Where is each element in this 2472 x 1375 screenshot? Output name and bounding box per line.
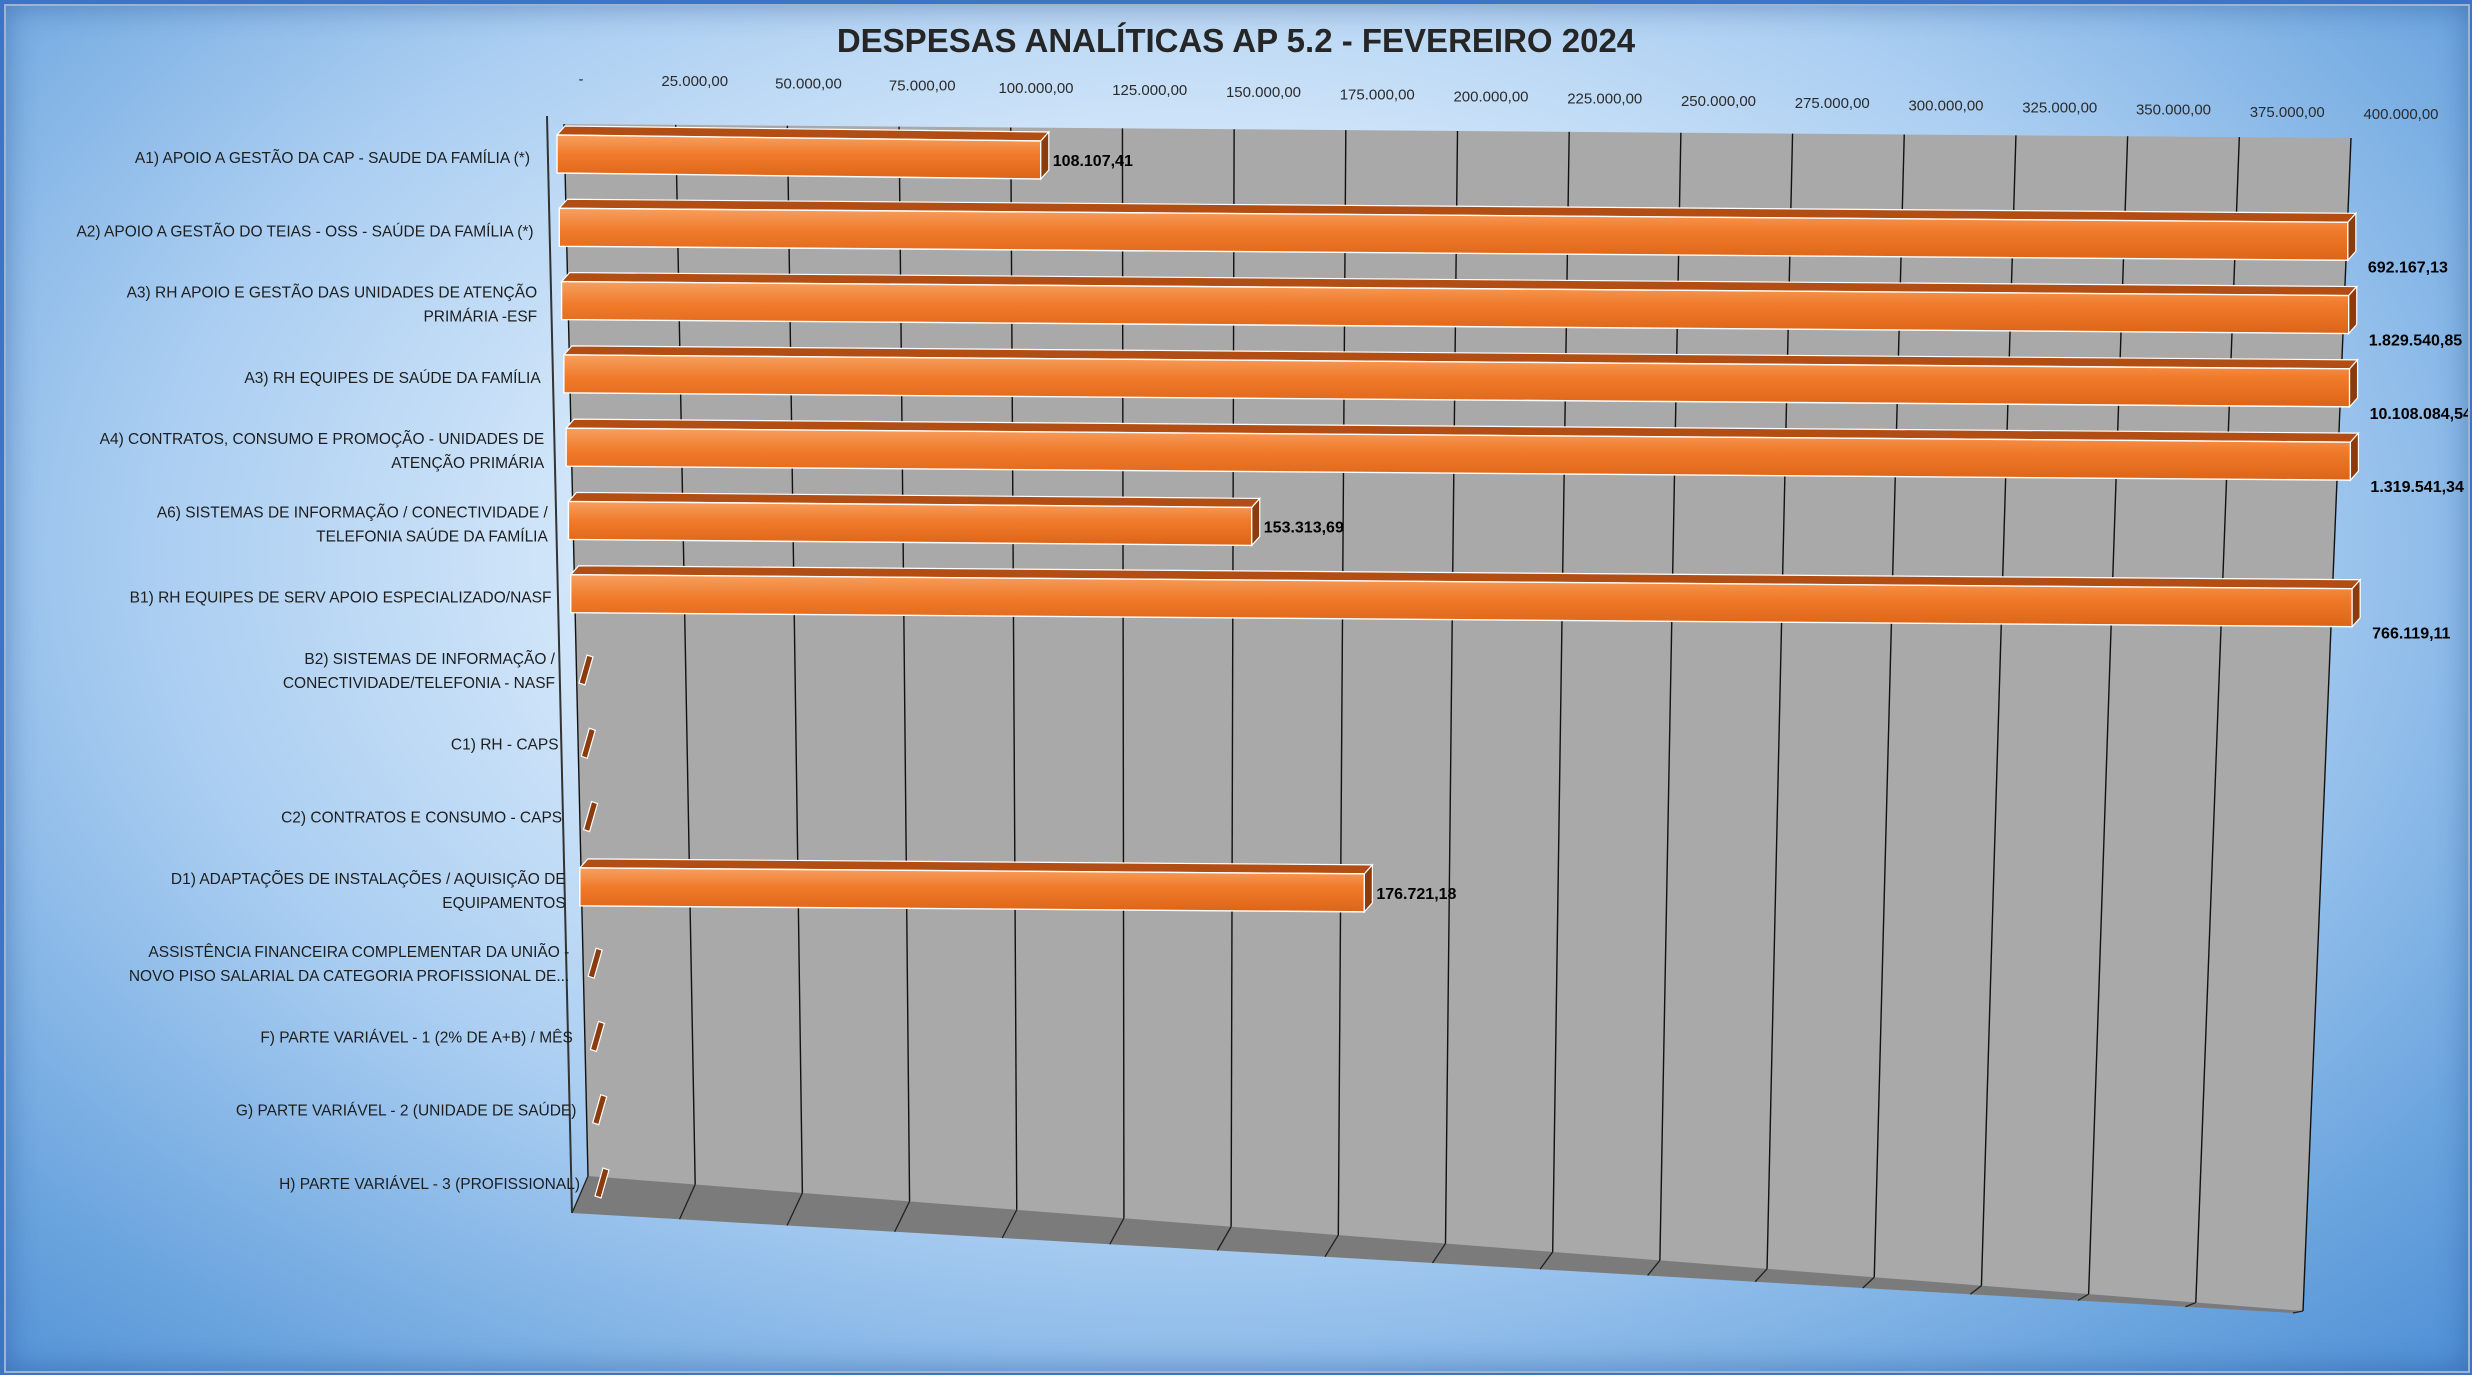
bar-front-face xyxy=(567,500,1253,547)
category-label: F) PARTE VARIÁVEL - 1 (2% DE A+B) / MÊS xyxy=(260,1029,573,1046)
x-tick-label: 50.000,00 xyxy=(775,75,842,92)
category-label: A6) SISTEMAS DE INFORMAÇÃO / CONECTIVIDA… xyxy=(157,504,549,545)
category-label-line: NOVO PISO SALARIAL DA CATEGORIA PROFISSI… xyxy=(129,968,569,985)
x-tick-label: 75.000,00 xyxy=(889,78,956,95)
x-axis-ticks: - 25.000,00 50.000,00 75.000,00 100.000,00 12… xyxy=(579,71,2439,123)
bar-side-face xyxy=(2348,358,2359,409)
x-tick-label: 375.000,00 xyxy=(2250,104,2325,121)
category-label-line: TELEFONIA SAÚDE DA FAMÍLIA xyxy=(316,528,548,545)
bar-side-face xyxy=(1040,130,1050,181)
category-label-line: A1) APOIO A GESTÃO DA CAP - SAUDE DA FAM… xyxy=(135,150,530,167)
category-label: A3) RH EQUIPES DE SAÚDE DA FAMÍLIA xyxy=(244,370,541,387)
category-label: A2) APOIO A GESTÃO DO TEIAS - OSS - SAÚD… xyxy=(76,223,533,240)
category-label: ASSISTÊNCIA FINANCEIRA COMPLEMENTAR DA U… xyxy=(129,944,569,985)
data-label: 10.108.084,54 xyxy=(2370,406,2468,423)
bar-side-face xyxy=(2348,284,2358,336)
category-label-line: A3) RH EQUIPES DE SAÚDE DA FAMÍLIA xyxy=(244,370,541,387)
bar-side-face xyxy=(1363,863,1373,914)
category-label: B2) SISTEMAS DE INFORMAÇÃO / CONECTIVIDAD… xyxy=(283,651,556,692)
category-label-line: G) PARTE VARIÁVEL - 2 (UNIDADE DE SAÚDE) xyxy=(236,1103,577,1120)
x-tick-label: 400.000,00 xyxy=(2363,106,2438,123)
data-label: 1.319.541,34 xyxy=(2370,479,2464,496)
x-tick-label: - xyxy=(579,71,584,88)
x-tick-label: 325.000,00 xyxy=(2022,99,2097,116)
data-label: 153.313,69 xyxy=(1264,519,1344,536)
category-label: C1) RH - CAPS xyxy=(451,736,559,753)
x-tick-label: 300.000,00 xyxy=(1908,97,1983,114)
bar-side-face xyxy=(2347,211,2357,262)
x-tick-label: 25.000,00 xyxy=(661,73,728,90)
bar-side-face xyxy=(2349,431,2360,482)
category-label: D1) ADAPTAÇÕES DE INSTALAÇÕES / AQUISIÇÃ… xyxy=(171,871,566,912)
category-labels: A1) APOIO A GESTÃO DA CAP - SAUDE DA FAM… xyxy=(76,150,580,1193)
bar-front-face xyxy=(556,134,1042,180)
category-label: H) PARTE VARIÁVEL - 3 (PROFISSIONAL) xyxy=(279,1176,580,1193)
bar-front-face xyxy=(579,867,1366,913)
chart-frame: DESPESAS ANALÍTICAS AP 5.2 - FEVEREIRO 2… xyxy=(4,4,2470,1373)
category-label-line: A4) CONTRATOS, CONSUMO E PROMOÇÃO - UNID… xyxy=(100,431,545,448)
category-label: A4) CONTRATOS, CONSUMO E PROMOÇÃO - UNID… xyxy=(100,431,545,472)
bar-side-face xyxy=(2351,578,2361,629)
bar-side-face xyxy=(1251,496,1261,548)
category-label-line: ASSISTÊNCIA FINANCEIRA COMPLEMENTAR DA U… xyxy=(148,944,569,961)
data-label: 108.107,41 xyxy=(1053,153,1133,170)
bar xyxy=(578,858,1374,914)
x-tick-label: 225.000,00 xyxy=(1567,91,1642,108)
category-label-line: A2) APOIO A GESTÃO DO TEIAS - OSS - SAÚD… xyxy=(76,223,533,240)
x-tick-label: 275.000,00 xyxy=(1795,95,1870,112)
data-label: 176.721,18 xyxy=(1376,886,1456,903)
chart-canvas: DESPESAS ANALÍTICAS AP 5.2 - FEVEREIRO 2… xyxy=(76,22,2468,1314)
x-tick-label: 250.000,00 xyxy=(1681,93,1756,110)
category-label-line: A6) SISTEMAS DE INFORMAÇÃO / CONECTIVIDA… xyxy=(157,504,549,521)
data-label: 692.167,13 xyxy=(2368,259,2448,276)
category-label-line: EQUIPAMENTOS xyxy=(442,895,565,912)
bar xyxy=(567,491,1262,548)
category-label-line: CONECTIVIDADE/TELEFONIA - NASF xyxy=(283,675,555,692)
x-tick-label: 175.000,00 xyxy=(1340,86,1415,103)
category-label-line: A3) RH APOIO E GESTÃO DAS UNIDADES DE AT… xyxy=(127,285,538,302)
category-label-line: F) PARTE VARIÁVEL - 1 (2% DE A+B) / MÊS xyxy=(260,1029,573,1046)
x-tick-label: 125.000,00 xyxy=(1112,82,1187,99)
category-label-line: H) PARTE VARIÁVEL - 3 (PROFISSIONAL) xyxy=(279,1176,580,1193)
x-tick-label: 150.000,00 xyxy=(1226,84,1301,101)
category-label-line: ATENÇÃO PRIMÁRIA xyxy=(391,455,545,472)
category-label-line: D1) ADAPTAÇÕES DE INSTALAÇÕES / AQUISIÇÃ… xyxy=(171,871,566,888)
category-label: B1) RH EQUIPES DE SERV APOIO ESPECIALIZA… xyxy=(130,590,552,607)
category-label-line: C1) RH - CAPS xyxy=(451,736,559,753)
data-label: 1.829.540,85 xyxy=(2369,333,2463,350)
x-tick-label: 200.000,00 xyxy=(1453,89,1528,106)
category-label: A3) RH APOIO E GESTÃO DAS UNIDADES DE AT… xyxy=(127,285,538,326)
data-label: 766.119,11 xyxy=(2372,626,2450,643)
x-tick-label: 100.000,00 xyxy=(998,80,1073,97)
x-tick-label: 350.000,00 xyxy=(2136,102,2211,119)
category-label-line: C2) CONTRATOS E CONSUMO - CAPS xyxy=(281,810,562,827)
category-label: A1) APOIO A GESTÃO DA CAP - SAUDE DA FAM… xyxy=(135,150,530,167)
bar xyxy=(555,125,1051,181)
category-label-line: PRIMÁRIA -ESF xyxy=(423,309,537,326)
category-label: C2) CONTRATOS E CONSUMO - CAPS xyxy=(281,810,562,827)
category-label-line: B1) RH EQUIPES DE SERV APOIO ESPECIALIZA… xyxy=(130,590,552,607)
category-label-line: B2) SISTEMAS DE INFORMAÇÃO / xyxy=(304,651,555,668)
category-label: G) PARTE VARIÁVEL - 2 (UNIDADE DE SAÚDE) xyxy=(236,1103,577,1120)
chart-title: DESPESAS ANALÍTICAS AP 5.2 - FEVEREIRO 2… xyxy=(837,22,1636,59)
